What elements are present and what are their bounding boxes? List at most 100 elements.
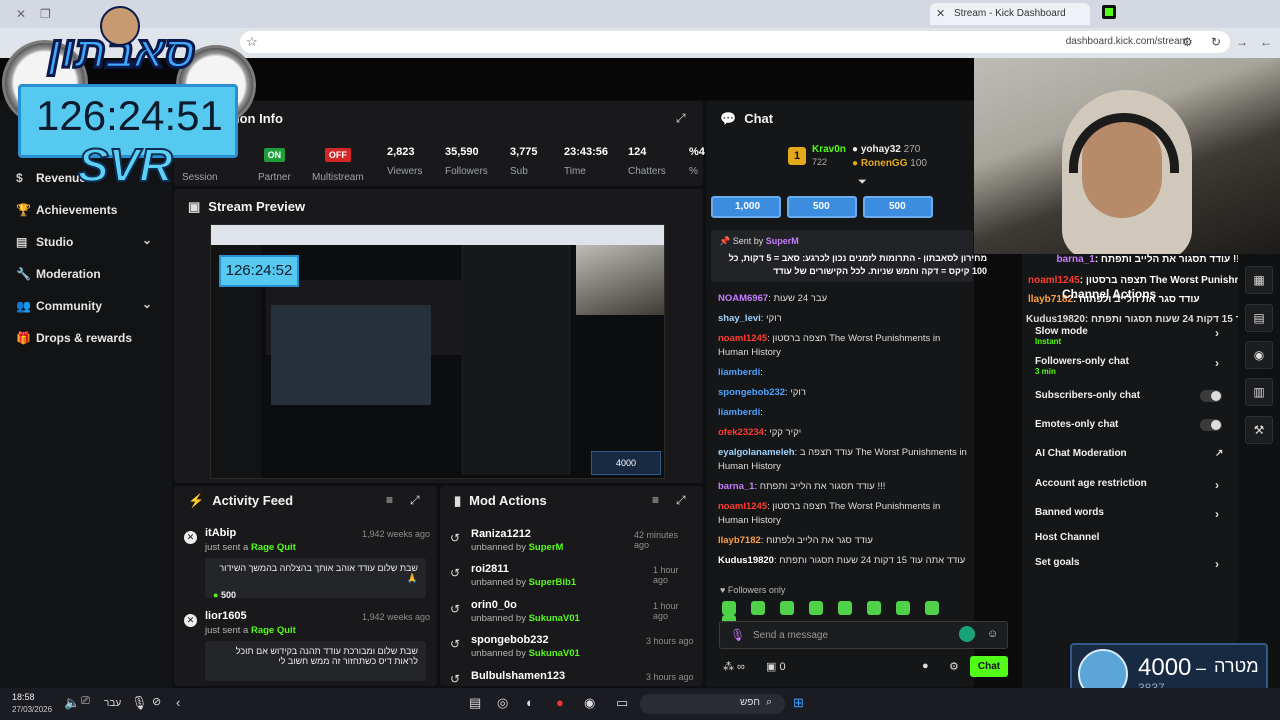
eye-off-icon[interactable]: ⊘ [152,695,161,708]
chat-input[interactable]: 🎙 Send a message ☺ [719,621,1008,649]
microphone-icon[interactable]: 🎙 [131,695,148,711]
channel-action-subscribers-only[interactable]: Subscribers-only chat [1035,390,1235,402]
sidebar-item-moderation[interactable]: 🔧 Moderation [16,267,101,281]
sidebar-item-achievements[interactable]: 🏆 Achievements [16,203,117,217]
infinity-points-icon[interactable]: ⁂ ∞ [723,660,745,673]
discord-icon[interactable]: ◐ [526,695,534,710]
sidebar-item-drops[interactable]: 🎁 Drops & rewards [16,331,132,345]
emote-icon[interactable] [838,601,852,615]
chevron-up-icon[interactable]: ‹ [176,695,180,710]
channel-action-account-age[interactable]: Account age restriction › [1035,478,1235,492]
windows-start-icon[interactable]: ⊞ [793,695,804,711]
filter-icon[interactable]: ≡ [652,493,659,507]
wrench-icon[interactable]: ⚒ [1245,416,1273,444]
camera-chat-line: barna_1: עודד תסגור את הלייב ותפתח !!! [1056,254,1243,265]
pinned-text: מחירון לסאבתון - התרומות לזמנים נכון לכר… [728,253,987,276]
activity-feed-header: ⚡ Activity Feed [188,493,293,509]
channel-action-banned-words[interactable]: Banned words › [1035,507,1235,521]
goal-badge-3[interactable]: 500 [863,196,933,218]
leader-2-name[interactable]: ● yohay32 270 [852,144,920,155]
url-text[interactable]: dashboard.kick.com/stream [1066,36,1188,47]
stat-multistream[interactable]: OFF Multistream [312,148,364,183]
microphone-icon[interactable]: 🎙 [730,628,745,642]
filter-icon[interactable]: ≡ [386,493,393,507]
steam-icon[interactable]: ◎ [497,695,508,711]
stat-followers: 35,590 Followers [445,146,488,177]
bookmark-star-icon[interactable]: ☆ [246,34,258,50]
channel-action-host-channel[interactable]: Host Channel [1035,532,1235,543]
chrome-icon[interactable]: ◉ [584,695,595,711]
taskbar-time[interactable]: 18:58 [12,692,35,702]
network-icon[interactable]: ⎚ [81,695,90,708]
emoji-icon[interactable]: ☺ [987,628,998,640]
stat-session: Session [182,172,218,183]
stat-time: 23:43:56 Time [564,146,609,177]
table-row: ↺ spongebob232 3 hours ago unbanned by S… [450,634,695,664]
stat-partner[interactable]: ON Partner [258,148,291,183]
collapse-icon[interactable]: ⏷ [858,176,867,189]
record-app-icon[interactable]: ● [556,695,564,710]
dashboard-icon[interactable]: ▦ [1245,266,1273,294]
language-indicator[interactable]: עבר [104,698,121,709]
site-settings-icon[interactable]: ⚙ [1182,35,1193,49]
reload-icon[interactable]: ↻ [1211,35,1221,49]
speaker-icon[interactable]: 🔈 [64,695,80,711]
emote-icon[interactable] [809,601,823,615]
sidebar-item-label: Studio [36,235,74,249]
chevron-down-icon: ⌄ [142,233,153,247]
expand-icon[interactable]: ⤢ [410,493,420,508]
taskbar-date[interactable]: 27/03/2026 [12,705,52,714]
chat-send-button[interactable]: Chat [970,656,1008,677]
channel-action-slow-mode[interactable]: Slow mode Instant › [1035,326,1235,346]
undo-icon: ↺ [450,672,461,686]
taskbar-search[interactable]: חפש ⌕ [640,694,785,714]
window-close-icon[interactable]: ✕ [16,7,26,21]
goal-badge-2[interactable]: 500 [787,196,857,218]
emote-icon[interactable] [751,601,765,615]
chevron-down-icon: ⌄ [142,297,153,311]
stream-preview-video[interactable]: 126:24:52 4000 [210,224,665,479]
emote-icon[interactable] [780,601,794,615]
emote-icon[interactable] [896,601,910,615]
feed-time: 1,942 weeks ago [362,529,431,539]
window-restore-icon[interactable]: ❐ [40,7,51,21]
sidebar-item-revenue[interactable]: $ Revenue [16,171,86,185]
sidebar-item-community[interactable]: 👥 Community ⌄ [16,297,152,313]
emote-icon[interactable] [722,601,736,615]
browser-tab[interactable]: ✕ Stream - Kick Dashboard [930,3,1116,25]
whatsapp-icon[interactable] [959,626,975,642]
chat-message: spongebob232: רוקי [718,387,806,398]
partner-pill[interactable]: ON [263,148,286,162]
multistream-pill[interactable]: OFF [324,148,351,162]
expand-icon[interactable]: ⤢ [676,493,686,508]
channel-action-followers-only[interactable]: Followers-only chat 3 min › [1035,356,1235,376]
sidebar-item-studio[interactable]: ▤ Studio ⌄ [16,233,152,249]
leader-3-name[interactable]: ● RonenGG 100 [852,158,927,169]
file-explorer-icon[interactable]: ▭ [616,695,628,711]
chat-settings-bubble-icon[interactable]: ● [922,660,929,672]
leader-1-name[interactable]: Krav0n [812,144,846,155]
mod-action: unbanned by SukunaV01 [471,613,580,624]
gear-icon[interactable]: ⚙ [949,660,959,673]
forward-icon[interactable]: → [1236,35,1248,49]
chat-bubble-icon[interactable]: ▤ [1245,304,1273,332]
broadcast-icon[interactable]: ◉ [1245,341,1273,369]
emote-icon[interactable] [925,601,939,615]
channel-action-ai-moderation[interactable]: AI Chat Moderation ↗ [1035,448,1235,459]
expand-icon[interactable]: ⤢ [676,111,686,126]
emotes-only-toggle[interactable] [1200,419,1222,431]
stat-percent: %4% [689,146,705,177]
table-row: ↺ orin0_0o 1 hour ago unbanned by Sukuna… [450,599,695,629]
emote-icon[interactable] [867,601,881,615]
app-icon[interactable]: ▤ [469,695,481,711]
channel-action-set-goals[interactable]: Set goals › [1035,557,1235,571]
chat-message: eyalgolanameleh: עודד תצפה ב The Worst P… [718,447,967,472]
goal-badge-1[interactable]: 1,000 [711,196,781,218]
back-icon[interactable]: ← [1260,35,1272,49]
close-tab-icon[interactable]: ✕ [936,7,945,20]
channel-action-emotes-only[interactable]: Emotes-only chat [1035,419,1235,431]
layout-icon[interactable]: ▥ [1245,378,1273,406]
session-stats: Session ON Partner OFF Multistream 2,823 Vi… [182,146,705,183]
feed-message: שבת שלום עודד אוהב אותך בהצלחה בהמשך השי… [205,558,426,600]
subscribers-only-toggle[interactable] [1200,390,1222,402]
